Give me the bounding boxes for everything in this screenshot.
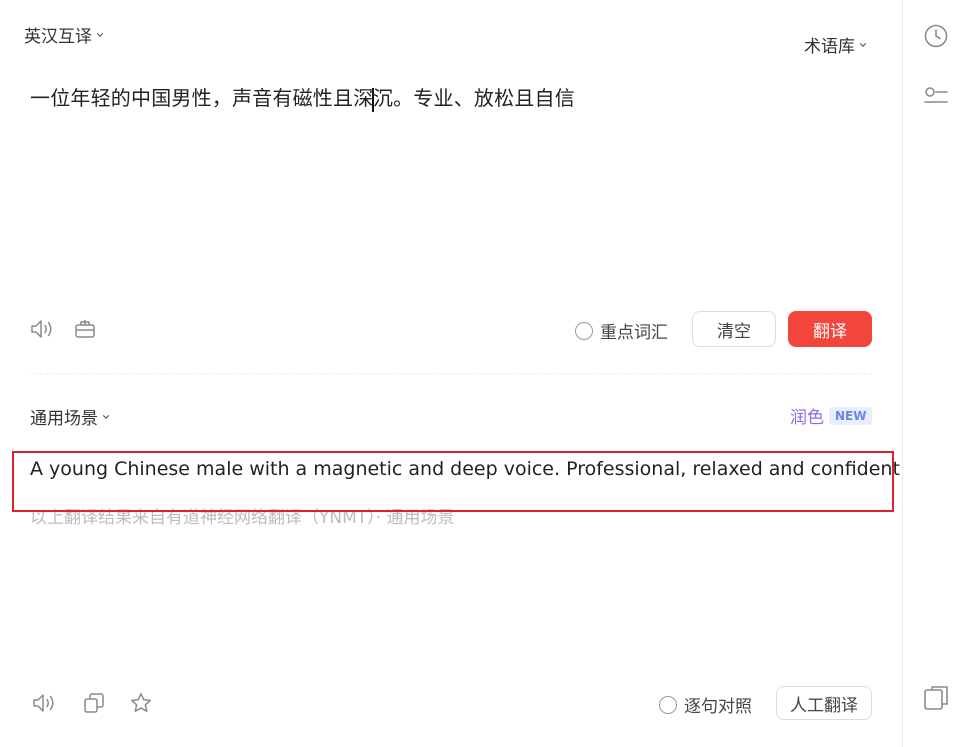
source-speaker-button[interactable] bbox=[28, 316, 56, 342]
toolbox-icon bbox=[75, 320, 95, 338]
translator-panel: 英汉互译 术语库 一位年轻的中国男性，声音有磁性且深沉。专业、放松且自信 重点词… bbox=[0, 0, 902, 747]
settings-button[interactable] bbox=[903, 84, 967, 108]
layout-icon bbox=[923, 686, 948, 710]
speaker-icon bbox=[33, 694, 54, 712]
translation-result: A young Chinese male with a magnetic and… bbox=[30, 458, 900, 480]
key-vocab-toggle[interactable]: 重点词汇 bbox=[575, 318, 668, 343]
settings-icon bbox=[923, 87, 948, 103]
copy-icon bbox=[84, 693, 104, 713]
result-speaker-button[interactable] bbox=[30, 690, 58, 716]
new-badge: NEW bbox=[829, 406, 873, 425]
sentence-compare-radio[interactable] bbox=[659, 695, 677, 714]
source-text-after-caret: 沉。专业、放松且自信 bbox=[372, 86, 575, 110]
polish-button[interactable]: 润色 NEW bbox=[790, 403, 873, 428]
translation-source-note: 以上翻译结果来自有道神经网络翻译（YNMT）· 通用场景 bbox=[30, 508, 455, 528]
language-direction-dropdown[interactable]: 英汉互译 bbox=[24, 22, 104, 47]
star-icon bbox=[131, 693, 151, 712]
section-divider bbox=[30, 373, 872, 374]
speaker-icon bbox=[31, 320, 52, 338]
glossary-dropdown[interactable]: 术语库 bbox=[804, 32, 867, 57]
source-text-before-caret: 一位年轻的中国男性，声音有磁性且深 bbox=[30, 86, 374, 110]
glossary-label: 术语库 bbox=[804, 37, 855, 57]
sentence-compare-toggle[interactable]: 逐句对照 bbox=[659, 692, 752, 717]
source-text-input[interactable]: 一位年轻的中国男性，声音有磁性且深沉。专业、放松且自信 bbox=[30, 82, 575, 112]
copy-button[interactable] bbox=[80, 690, 108, 716]
key-vocab-radio[interactable] bbox=[575, 321, 593, 340]
clock-icon bbox=[924, 24, 947, 48]
chevron-down-icon bbox=[96, 32, 104, 37]
source-toolbox-button[interactable] bbox=[71, 316, 99, 342]
chevron-down-icon bbox=[859, 42, 867, 47]
scene-dropdown[interactable]: 通用场景 bbox=[30, 404, 110, 429]
layout-toggle-button[interactable] bbox=[903, 684, 967, 712]
chevron-down-icon bbox=[102, 414, 110, 419]
human-translation-button[interactable]: 人工翻译 bbox=[776, 686, 872, 720]
language-direction-label: 英汉互译 bbox=[24, 27, 92, 47]
clear-button[interactable]: 清空 bbox=[692, 311, 776, 347]
right-sidebar bbox=[902, 0, 967, 747]
favorite-button[interactable] bbox=[127, 690, 155, 716]
scene-label: 通用场景 bbox=[30, 409, 98, 429]
key-vocab-label: 重点词汇 bbox=[600, 323, 668, 343]
history-button[interactable] bbox=[903, 23, 967, 49]
sentence-compare-label: 逐句对照 bbox=[684, 697, 752, 717]
polish-label: 润色 bbox=[790, 408, 824, 428]
translate-button[interactable]: 翻译 bbox=[788, 311, 872, 347]
